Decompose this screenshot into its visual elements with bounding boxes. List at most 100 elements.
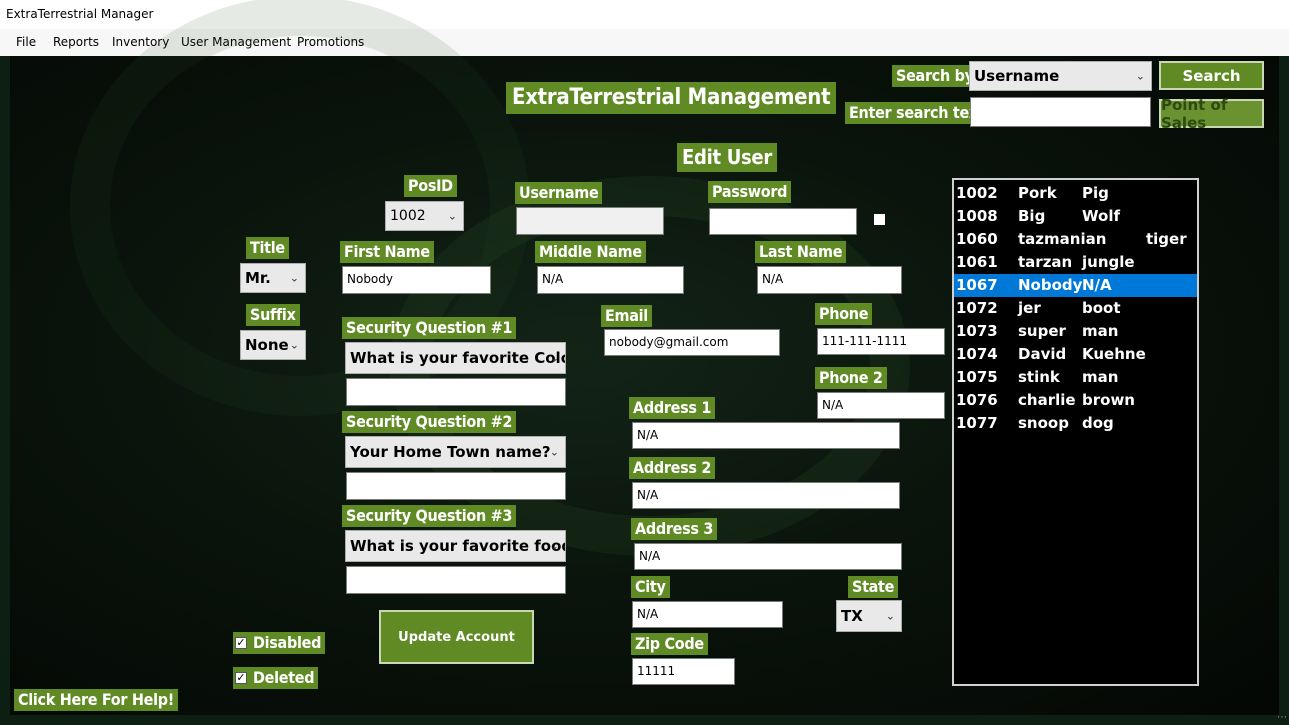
list-item-last: tiger xyxy=(1146,230,1187,248)
list-item[interactable]: 1073 super man xyxy=(954,320,1197,343)
email-field[interactable]: nobody@gmail.com xyxy=(604,329,780,356)
chevron-down-icon: ⌄ xyxy=(549,539,559,553)
search-button[interactable]: Search xyxy=(1159,61,1264,90)
user-list[interactable]: 1002 Pork Pig 1008 Big Wolf 1060 tazmani… xyxy=(952,178,1199,686)
list-item-id: 1067 xyxy=(956,276,998,294)
list-item-first: stink xyxy=(1018,368,1060,386)
title-value: Mr. xyxy=(245,269,271,287)
list-item-first: tarzan xyxy=(1018,253,1073,271)
username-field[interactable] xyxy=(516,207,664,235)
list-item-id: 1074 xyxy=(956,345,998,363)
list-item-id: 1077 xyxy=(956,414,998,432)
update-account-button[interactable]: Update Account xyxy=(379,610,534,664)
address3-field[interactable]: N/A xyxy=(634,543,902,570)
list-item-last: N/A xyxy=(1082,276,1112,294)
search-by-value: Username xyxy=(974,67,1060,85)
last-name-label: Last Name xyxy=(755,241,847,263)
menu-reports[interactable]: Reports xyxy=(53,35,99,49)
password-field[interactable] xyxy=(709,208,857,235)
list-item[interactable]: 1061 tarzan jungle xyxy=(954,251,1197,274)
chevron-down-icon: ⌄ xyxy=(549,445,559,459)
deleted-checkbox[interactable]: ✓ xyxy=(235,672,247,684)
list-item-selected[interactable]: 1067 Nobody N/A xyxy=(954,274,1197,297)
list-item[interactable]: 1076 charlie brown xyxy=(954,389,1197,412)
city-field[interactable]: N/A xyxy=(632,601,783,628)
security-question-1-label: Security Question #1 xyxy=(342,317,517,339)
email-label: Email xyxy=(601,305,652,327)
list-item-first: Pork xyxy=(1018,184,1057,202)
chevron-down-icon: ⌄ xyxy=(289,271,299,285)
phone2-label: Phone 2 xyxy=(815,367,887,389)
menu-file[interactable]: File xyxy=(16,35,36,49)
address2-field[interactable]: N/A xyxy=(632,482,900,509)
security-question-2-value: Your Home Town name? xyxy=(350,443,551,461)
list-item[interactable]: 1060 tazmanian tiger xyxy=(954,228,1197,251)
phone-field[interactable]: 111-111-1111 xyxy=(817,328,945,355)
list-item-first: super xyxy=(1018,322,1066,340)
list-item[interactable]: 1075 stink man xyxy=(954,366,1197,389)
list-item-last: dog xyxy=(1082,414,1114,432)
help-link[interactable]: Click Here For Help! xyxy=(14,689,179,711)
list-item-id: 1073 xyxy=(956,322,998,340)
list-item[interactable]: 1002 Pork Pig xyxy=(954,182,1197,205)
list-item-last: Pig xyxy=(1082,184,1109,202)
phone2-field[interactable]: N/A xyxy=(817,392,945,419)
city-label: City xyxy=(631,576,670,598)
suffix-select[interactable]: None ⌄ xyxy=(240,330,306,360)
list-item[interactable]: 1074 David Kuehne xyxy=(954,343,1197,366)
list-item-id: 1060 xyxy=(956,230,998,248)
zip-field[interactable]: 11111 xyxy=(632,658,735,685)
chevron-down-icon: ⌄ xyxy=(549,351,559,365)
suffix-label: Suffix xyxy=(246,304,300,326)
suffix-value: None xyxy=(245,336,289,354)
list-item-first: Nobody xyxy=(1018,276,1083,294)
list-item-last: Wolf xyxy=(1082,207,1120,225)
security-answer-3-field[interactable] xyxy=(346,566,566,594)
address1-field[interactable]: N/A xyxy=(632,422,900,449)
list-item-last: boot xyxy=(1082,299,1121,317)
last-name-field[interactable]: N/A xyxy=(757,266,902,294)
resize-grip-icon[interactable]: ⋯ xyxy=(1277,712,1287,723)
posid-select[interactable]: 1002 ⌄ xyxy=(385,201,464,231)
list-item-last: jungle xyxy=(1082,253,1135,271)
list-item-first: David xyxy=(1018,345,1067,363)
security-question-3-select[interactable]: What is your favorite food? ⌄ xyxy=(345,530,566,562)
state-select[interactable]: TX ⌄ xyxy=(836,600,902,632)
list-item-first: snoop xyxy=(1018,414,1069,432)
address2-label: Address 2 xyxy=(629,457,716,479)
list-item-first: jer xyxy=(1018,299,1041,317)
first-name-label: First Name xyxy=(340,241,434,263)
list-item-last: man xyxy=(1082,368,1119,386)
posid-value: 1002 xyxy=(390,208,426,224)
security-question-2-label: Security Question #2 xyxy=(342,411,517,433)
list-item-last: brown xyxy=(1082,391,1135,409)
security-answer-2-field[interactable] xyxy=(346,472,566,500)
password-label: Password xyxy=(708,181,792,203)
chevron-down-icon: ⌄ xyxy=(885,609,895,623)
list-item-first: charlie xyxy=(1018,391,1076,409)
show-password-checkbox[interactable] xyxy=(874,214,885,225)
list-item-id: 1075 xyxy=(956,368,998,386)
security-question-2-select[interactable]: Your Home Town name? ⌄ xyxy=(345,436,566,468)
security-question-1-value: What is your favorite Color? xyxy=(350,349,566,367)
middle-name-field[interactable]: N/A xyxy=(537,266,684,294)
security-question-1-select[interactable]: What is your favorite Color? ⌄ xyxy=(345,342,566,374)
state-value: TX xyxy=(841,607,863,625)
chevron-down-icon: ⌄ xyxy=(447,209,457,223)
point-of-sales-button[interactable]: Point of Sales xyxy=(1159,96,1264,132)
search-input[interactable] xyxy=(970,97,1151,127)
list-item[interactable]: 1008 Big Wolf xyxy=(954,205,1197,228)
security-answer-1-field[interactable] xyxy=(346,378,566,406)
chevron-down-icon: ⌄ xyxy=(289,338,299,352)
list-item-first: Big xyxy=(1018,207,1046,225)
title-select[interactable]: Mr. ⌄ xyxy=(240,263,306,293)
disabled-checkbox[interactable]: ✓ xyxy=(235,637,247,649)
list-item[interactable]: 1077 snoop dog xyxy=(954,412,1197,435)
security-question-3-value: What is your favorite food? xyxy=(350,537,566,555)
first-name-field[interactable]: Nobody xyxy=(342,266,491,294)
list-item[interactable]: 1072 jer boot xyxy=(954,297,1197,320)
list-item-id: 1008 xyxy=(956,207,998,225)
search-by-select[interactable]: Username ⌄ xyxy=(969,61,1152,91)
username-label: Username xyxy=(515,182,603,204)
middle-name-label: Middle Name xyxy=(535,241,646,263)
